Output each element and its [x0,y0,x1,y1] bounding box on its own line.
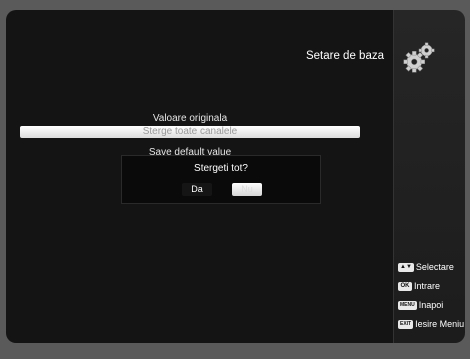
help-label: Inapoi [418,300,444,310]
menu-key-icon: MENU [398,300,417,310]
help-label: Intrare [414,281,441,291]
updown-key-icon: ▲▼ [398,262,414,272]
help-item-iesire-meniu: EXIT Iesire Meniu [398,319,464,329]
ok-key-icon: OK [398,281,412,291]
menu-item-sterge-toate-canalele[interactable]: Sterge toate canalele [20,126,360,138]
yes-button[interactable]: Da [182,183,212,196]
help-item-inapoi: MENU Inapoi [398,300,443,310]
help-item-selectare: ▲▼ Selectare [398,262,454,272]
exit-key-icon: EXIT [398,319,414,329]
help-item-intrare: OK Intrare [398,281,440,291]
confirm-dialog: Stergeti tot? Da Nu [121,155,321,204]
help-label: Selectare [415,262,454,272]
no-button[interactable]: Nu [232,183,262,196]
help-label: Iesire Meniu [415,319,465,329]
page-title: Setare de baza [305,50,384,62]
menu-item-valoare-originala[interactable]: Valoare originala [20,113,360,124]
gears-icon [403,42,435,73]
dialog-message: Stergeti tot? [194,163,248,174]
